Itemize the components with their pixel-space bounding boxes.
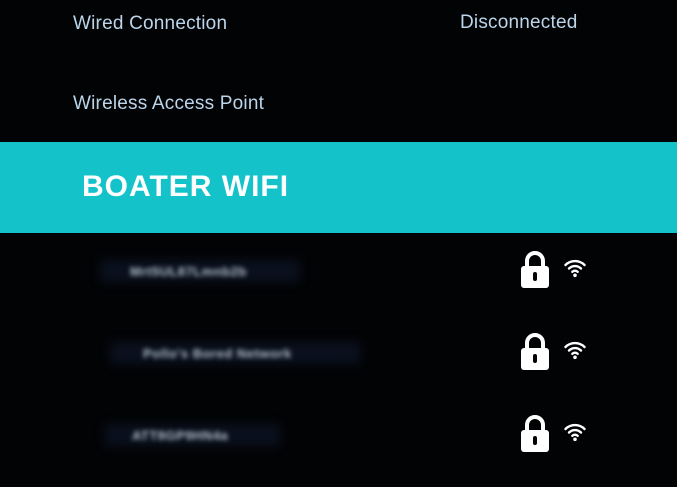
network-list-item[interactable]: Pollo's Bored Network bbox=[0, 322, 677, 382]
network-settings-screen: Wired Connection Disconnected Wireless A… bbox=[0, 0, 677, 487]
wireless-access-point-label[interactable]: Wireless Access Point bbox=[73, 93, 264, 115]
network-list-item[interactable]: Mrt5UL87Lmnb2b bbox=[0, 240, 677, 300]
lock-icon bbox=[521, 333, 549, 370]
network-name: Pollo's Bored Network bbox=[143, 346, 292, 361]
lock-icon bbox=[521, 415, 549, 452]
wifi-signal-icon bbox=[564, 341, 586, 360]
wifi-signal-icon bbox=[564, 259, 586, 278]
network-name: ATT8GP9HN4a bbox=[132, 428, 229, 443]
lock-icon bbox=[521, 251, 549, 288]
selected-network-row[interactable]: BOATER WIFI bbox=[0, 142, 677, 233]
network-list-item[interactable]: ATT8GP9HN4a bbox=[0, 404, 677, 464]
wired-connection-status: Disconnected bbox=[460, 12, 578, 33]
wifi-signal-icon bbox=[564, 423, 586, 442]
selected-network-ssid: BOATER WIFI bbox=[82, 170, 290, 203]
wired-connection-label[interactable]: Wired Connection bbox=[73, 13, 227, 35]
network-name: Mrt5UL87Lmnb2b bbox=[130, 264, 247, 279]
